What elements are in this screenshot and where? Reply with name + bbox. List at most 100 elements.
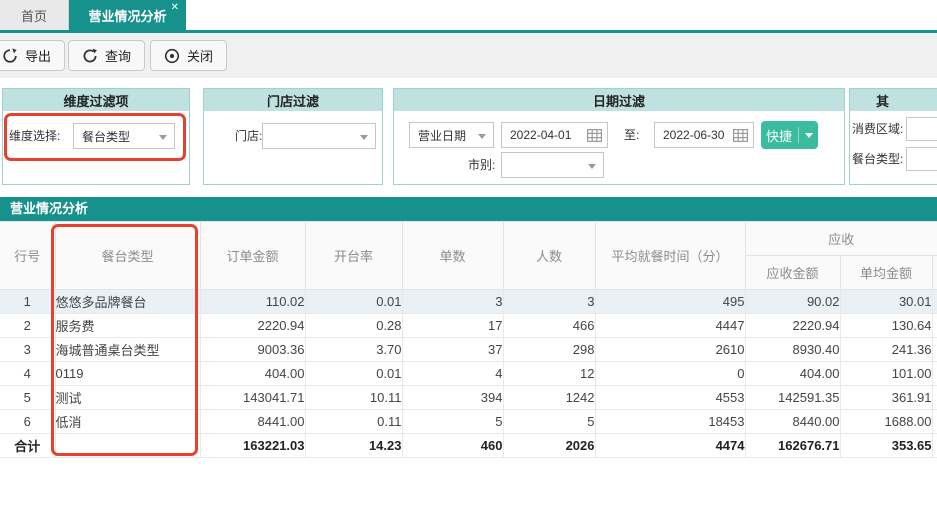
- table-row[interactable]: 1悠悠多品牌餐台110.020.013349590.0230.01: [0, 290, 937, 314]
- col-header-per-order-amount[interactable]: 单均金额: [840, 256, 932, 290]
- table-cell: 0.28: [305, 314, 402, 338]
- col-header-avg-dining-time[interactable]: 平均就餐时间（分）: [595, 222, 745, 290]
- table-cell: [932, 434, 937, 458]
- table-cell: [932, 290, 937, 314]
- table-cell: 0119: [55, 362, 200, 386]
- col-header-order-count[interactable]: 单数: [402, 222, 503, 290]
- table-cell: 241.36: [840, 338, 932, 362]
- table-cell: 90.02: [745, 290, 840, 314]
- table-cell: [932, 314, 937, 338]
- date-panel-title: 日期过滤: [394, 89, 844, 111]
- table-cell: 101.00: [840, 362, 932, 386]
- table-cell: 8440.00: [745, 410, 840, 434]
- table-cell: 4: [402, 362, 503, 386]
- table-row[interactable]: 6低消8441.000.1155184538440.001688.00: [0, 410, 937, 434]
- table-cell: 3: [503, 290, 595, 314]
- date-filter-panel: 日期过滤 营业日期 2022-04-01 至: 2022-06-30 快捷 市别…: [393, 88, 845, 185]
- chevron-down-icon: [805, 133, 813, 138]
- table-cell: 3: [402, 290, 503, 314]
- end-date-input[interactable]: 2022-06-30: [654, 122, 754, 148]
- tab-close-icon[interactable]: ✕: [171, 3, 179, 13]
- table-row[interactable]: 3海城普通桌台类型9003.363.703729826108930.40241.…: [0, 338, 937, 362]
- export-button[interactable]: 导出: [0, 40, 65, 71]
- chevron-down-icon: [360, 135, 368, 140]
- table-cell: 4447: [595, 314, 745, 338]
- table-row[interactable]: 2服务费2220.940.281746644472220.94130.64: [0, 314, 937, 338]
- col-header-clipped: [932, 256, 937, 290]
- table-cell: 14.23: [305, 434, 402, 458]
- table-cell: 394: [402, 386, 503, 410]
- date-type-select[interactable]: 营业日期: [409, 122, 494, 148]
- chevron-down-icon: [159, 135, 167, 140]
- table-total-row[interactable]: 合计163221.0314.2346020264474162676.71353.…: [0, 434, 937, 458]
- query-button[interactable]: 查询: [68, 40, 145, 71]
- table-cell: 4474: [595, 434, 745, 458]
- table-cell: 404.00: [200, 362, 305, 386]
- table-cell: 悠悠多品牌餐台: [55, 290, 200, 314]
- col-header-open-rate[interactable]: 开台率: [305, 222, 402, 290]
- store-select[interactable]: [262, 123, 376, 149]
- quick-date-button[interactable]: 快捷: [761, 121, 818, 149]
- consume-area-label: 消费区域:: [852, 117, 903, 141]
- table-cell: 服务费: [55, 314, 200, 338]
- shift-select[interactable]: [501, 152, 604, 178]
- consume-area-input[interactable]: [906, 117, 937, 141]
- chevron-down-icon: [478, 134, 486, 139]
- table-cell: 9003.36: [200, 338, 305, 362]
- quick-date-label: 快捷: [766, 126, 792, 145]
- table-cell: 2026: [503, 434, 595, 458]
- table-cell: 5: [503, 410, 595, 434]
- table-cell: [932, 338, 937, 362]
- table-row[interactable]: 40119404.000.014120404.00101.00: [0, 362, 937, 386]
- section-title-bar: 营业情况分析: [0, 197, 937, 221]
- close-button[interactable]: 关闭: [150, 40, 227, 71]
- calendar-icon[interactable]: [733, 129, 748, 145]
- other-filter-panel: 其 消费区域: 餐台类型:: [849, 88, 937, 185]
- table-type-label: 餐台类型:: [852, 147, 903, 171]
- col-header-row-number[interactable]: 行号: [0, 222, 55, 290]
- close-button-label: 关闭: [187, 46, 213, 65]
- date-to-label: 至:: [624, 122, 639, 148]
- table-cell: 110.02: [200, 290, 305, 314]
- calendar-icon[interactable]: [587, 129, 602, 145]
- dimension-panel-title: 维度过滤项: [3, 89, 189, 111]
- table-cell: 0: [595, 362, 745, 386]
- table-cell: 4: [0, 362, 55, 386]
- table-cell: 10.11: [305, 386, 402, 410]
- table-row[interactable]: 5测试143041.7110.1139412424553142591.35361…: [0, 386, 937, 410]
- table-cell: 163221.03: [200, 434, 305, 458]
- analysis-table: 行号 餐台类型 订单金额 开台率 单数 人数 平均就餐时间（分） 应收 应收金额…: [0, 221, 937, 458]
- analysis-table-body: 1悠悠多品牌餐台110.020.013349590.0230.012服务费222…: [0, 290, 937, 458]
- table-cell: 460: [402, 434, 503, 458]
- stop-circle-icon: [164, 48, 180, 64]
- start-date-input[interactable]: 2022-04-01: [501, 122, 608, 148]
- table-cell: 3: [0, 338, 55, 362]
- table-cell: 495: [595, 290, 745, 314]
- table-cell: 2610: [595, 338, 745, 362]
- tab-business-analysis[interactable]: 营业情况分析 ✕: [69, 0, 186, 30]
- table-cell: 合计: [0, 434, 55, 458]
- col-header-order-amount[interactable]: 订单金额: [200, 222, 305, 290]
- table-cell: 143041.71: [200, 386, 305, 410]
- table-type-input[interactable]: [906, 147, 937, 171]
- col-header-receivable-amount[interactable]: 应收金额: [745, 256, 840, 290]
- tab-analysis-label: 营业情况分析: [88, 6, 166, 25]
- refresh-icon: [82, 48, 98, 64]
- dimension-select[interactable]: 餐台类型: [73, 123, 175, 149]
- col-header-guest-count[interactable]: 人数: [503, 222, 595, 290]
- table-cell: 5: [402, 410, 503, 434]
- table-cell: 12: [503, 362, 595, 386]
- table-cell: 2220.94: [745, 314, 840, 338]
- table-cell: 8441.00: [200, 410, 305, 434]
- table-cell: 37: [402, 338, 503, 362]
- table-cell: 130.64: [840, 314, 932, 338]
- col-header-table-type[interactable]: 餐台类型: [55, 222, 200, 290]
- table-cell: 3.70: [305, 338, 402, 362]
- table-cell: [932, 410, 937, 434]
- table-cell: 测试: [55, 386, 200, 410]
- export-icon: [2, 48, 18, 64]
- dimension-filter-panel: 维度过滤项 维度选择: 餐台类型: [2, 88, 190, 185]
- store-select-label: 门店:: [235, 123, 262, 149]
- table-cell: 5: [0, 386, 55, 410]
- tab-home[interactable]: 首页: [0, 0, 69, 30]
